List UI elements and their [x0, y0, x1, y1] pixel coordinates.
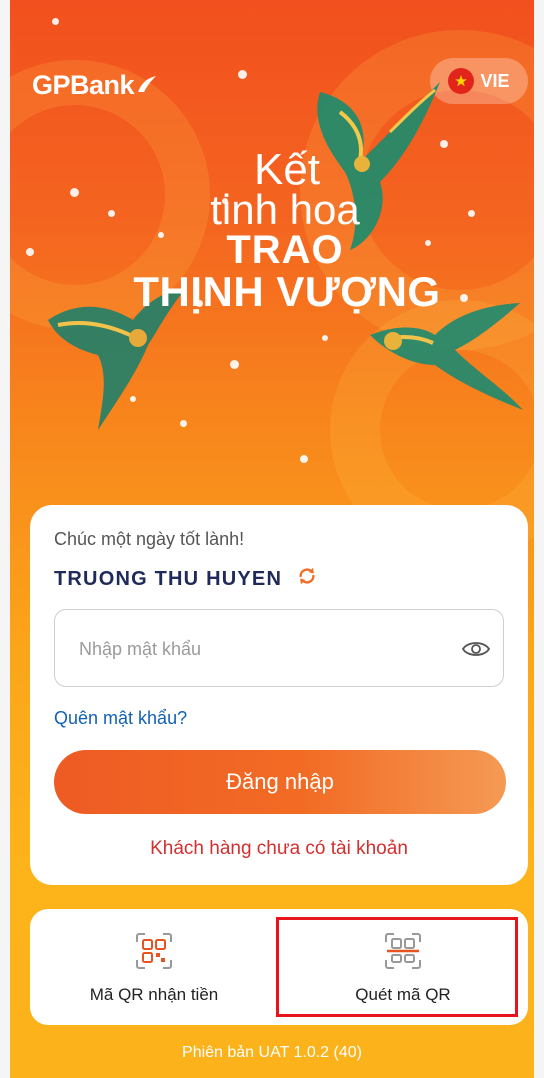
banner-line-2: tinh hoa [210, 186, 360, 233]
screen-edge-left [0, 0, 10, 1078]
banner-line-3: TRAO [226, 228, 344, 272]
login-screen: GPBank VIE Kết tinh hoa TRAO THỊNH VƯỢNG… [0, 0, 544, 1078]
receive-money-qr-button[interactable]: Mã QR nhận tiền [30, 909, 278, 1025]
banner-line-1: Kết [253, 145, 321, 194]
gpbank-logo: GPBank [32, 70, 158, 101]
qr-code-icon [134, 931, 174, 971]
sparkle [300, 455, 308, 463]
selection-highlight [276, 917, 518, 1017]
password-field[interactable] [54, 609, 504, 687]
username: TRUONG THU HUYEN [54, 567, 283, 590]
forgot-password-link[interactable]: Quên mật khẩu? [54, 708, 187, 729]
login-button[interactable]: Đăng nhập [54, 750, 506, 814]
banner-headline: Kết tinh hoa TRAO THỊNH VƯỢNG [0, 145, 544, 315]
show-password-icon[interactable] [461, 635, 491, 663]
leaf-icon [136, 70, 158, 101]
register-link[interactable]: Khách hàng chưa có tài khoản [30, 838, 528, 860]
sparkle [322, 335, 328, 341]
language-code: VIE [480, 70, 510, 91]
receive-money-qr-label: Mã QR nhận tiền [89, 985, 219, 1004]
username-row: TRUONG THU HUYEN [54, 565, 318, 593]
sparkle [230, 360, 239, 369]
app-version: Phiên bản UAT 1.0.2 (40) [182, 1044, 362, 1061]
sparkle [238, 70, 247, 79]
vietnam-flag-icon [448, 68, 475, 94]
screen-edge-right [534, 0, 544, 1078]
switch-account-icon[interactable] [296, 565, 318, 593]
greeting-text: Chúc một ngày tốt lành! [54, 529, 245, 549]
banner-line-4: THỊNH VƯỢNG [133, 268, 441, 315]
password-input[interactable] [77, 630, 441, 668]
login-card: Chúc một ngày tốt lành! TRUONG THU HUYEN [30, 505, 528, 885]
sparkle [52, 18, 59, 25]
logo-text: GPBank [32, 70, 135, 100]
